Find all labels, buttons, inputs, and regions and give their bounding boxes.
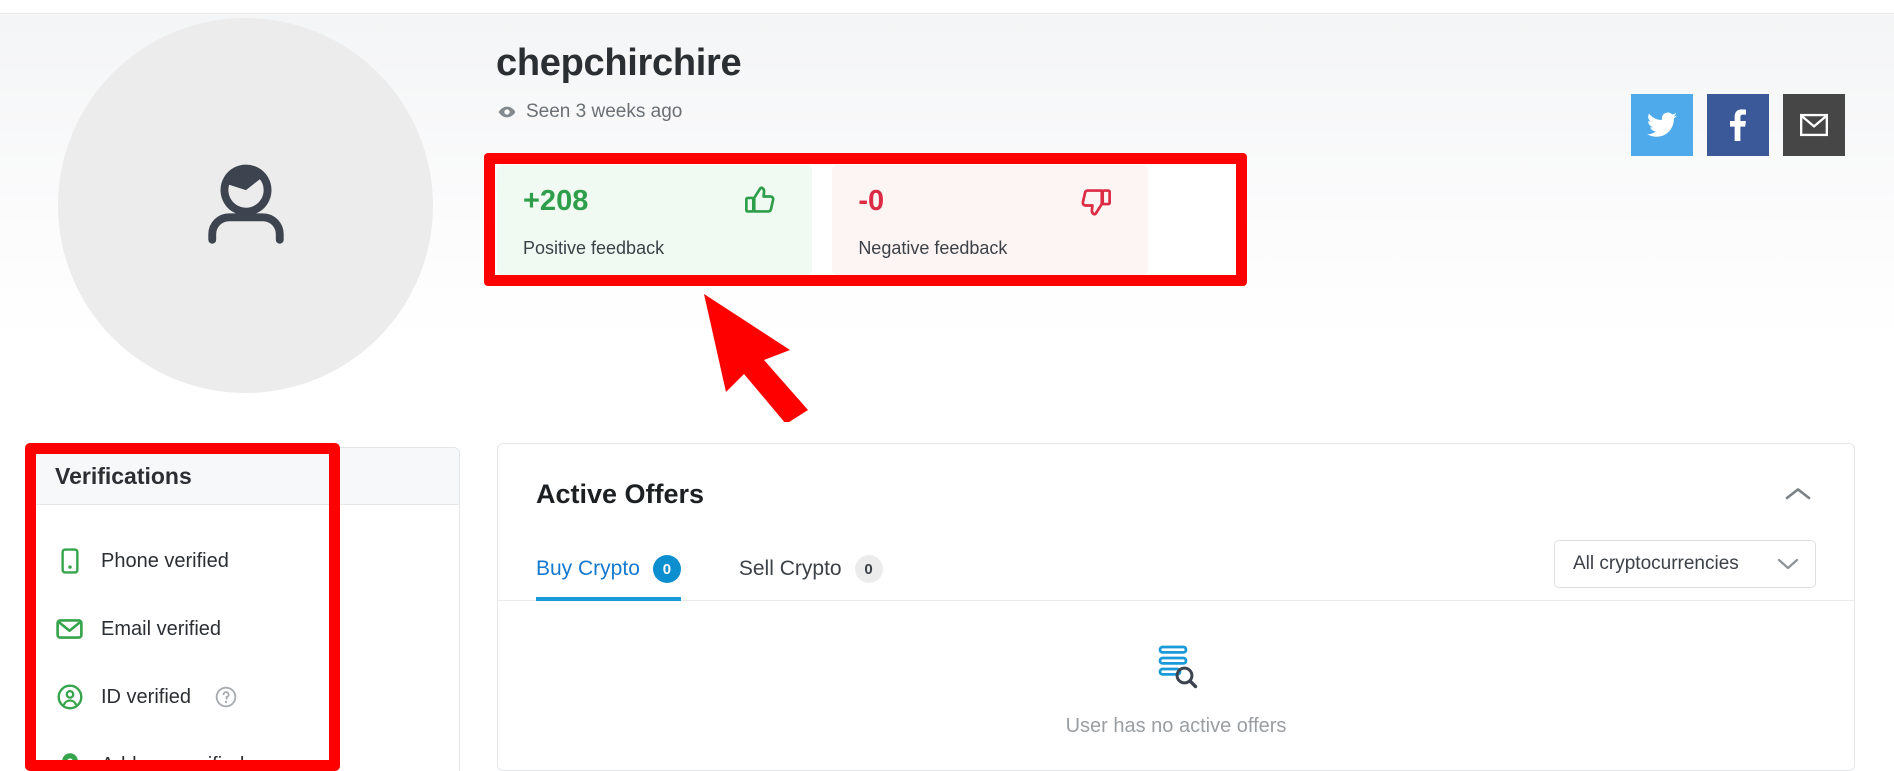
collapse-section-button[interactable] (1778, 474, 1818, 514)
tab-label: Buy Crypto (536, 557, 640, 580)
email-share-button[interactable] (1783, 94, 1845, 156)
social-share-group (1631, 94, 1845, 156)
verifications-card: Verifications Phone verified Email verif… (30, 447, 460, 771)
verification-label: ID verified (101, 685, 192, 708)
profile-page: chepchirchire Seen 3 weeks ago +208 Posi… (0, 0, 1894, 771)
phone-icon (56, 548, 83, 575)
browser-top-strip (0, 0, 1894, 14)
cryptocurrency-filter-value: All cryptocurrencies (1573, 553, 1739, 574)
tab-buy-crypto[interactable]: Buy Crypto 0 (536, 545, 703, 601)
verification-item-phone: Phone verified (31, 527, 459, 595)
verification-item-id: ID verified (31, 663, 459, 731)
avatar (58, 18, 433, 393)
no-offers-search-icon (1158, 645, 1198, 689)
verification-label: Email verified (101, 617, 222, 640)
active-offers-title: Active Offers (536, 478, 705, 509)
verifications-card-header: Verifications (31, 448, 459, 505)
feedback-empty-slot (1167, 165, 1237, 275)
page-title: chepchirchire (496, 42, 742, 84)
facebook-icon (1730, 109, 1746, 141)
positive-feedback-label: Positive feedback (523, 238, 665, 258)
verification-label: Address verified (101, 753, 245, 771)
chevron-down-icon (1777, 558, 1799, 570)
tab-count-badge: 0 (652, 555, 681, 583)
verification-item-email: Email verified (31, 595, 459, 663)
active-offers-header: Active Offers (498, 444, 1854, 514)
verifications-title: Verifications (55, 462, 192, 489)
map-pin-icon (56, 752, 83, 771)
envelope-icon (1800, 113, 1828, 137)
chevron-up-icon (1785, 488, 1811, 500)
twitter-icon (1647, 112, 1677, 137)
verification-label: Phone verified (101, 549, 229, 572)
last-seen-text: Seen 3 weeks ago (526, 101, 683, 122)
active-offers-card: Active Offers Buy Crypto 0 Sell Crypto 0 (497, 443, 1855, 771)
tab-count-badge: 0 (854, 555, 883, 583)
offers-empty-text: User has no active offers (1065, 715, 1287, 737)
negative-feedback-label: Negative feedback (858, 238, 1008, 258)
help-circle-icon[interactable] (215, 686, 237, 708)
thumbs-up-icon (742, 183, 778, 219)
tab-sell-crypto[interactable]: Sell Crypto 0 (739, 545, 905, 600)
id-badge-icon (56, 684, 83, 711)
twitter-share-button[interactable] (1631, 94, 1693, 156)
offers-empty-state: User has no active offers (498, 601, 1854, 738)
negative-feedback-card[interactable]: -0 Negative feedback (832, 165, 1148, 275)
last-seen-row: Seen 3 weeks ago (497, 101, 682, 123)
envelope-icon (56, 616, 83, 643)
verification-item-address: Address verified (31, 731, 459, 771)
offers-tabs: Buy Crypto 0 Sell Crypto 0 (536, 545, 941, 601)
facebook-share-button[interactable] (1707, 94, 1769, 156)
eye-icon (498, 106, 516, 118)
thumbs-down-icon (1078, 183, 1114, 219)
user-avatar-icon (207, 164, 284, 244)
tab-label: Sell Crypto (738, 557, 842, 580)
positive-feedback-card[interactable]: +208 Positive feedback (497, 165, 813, 275)
offers-tabs-row: Buy Crypto 0 Sell Crypto 0 All cryptocur… (498, 540, 1854, 601)
cryptocurrency-filter-select[interactable]: All cryptocurrencies (1554, 540, 1816, 588)
feedback-summary: +208 Positive feedback -0 Negative feedb… (497, 165, 1237, 275)
verifications-list: Phone verified Email verified ID verifie… (31, 505, 459, 771)
